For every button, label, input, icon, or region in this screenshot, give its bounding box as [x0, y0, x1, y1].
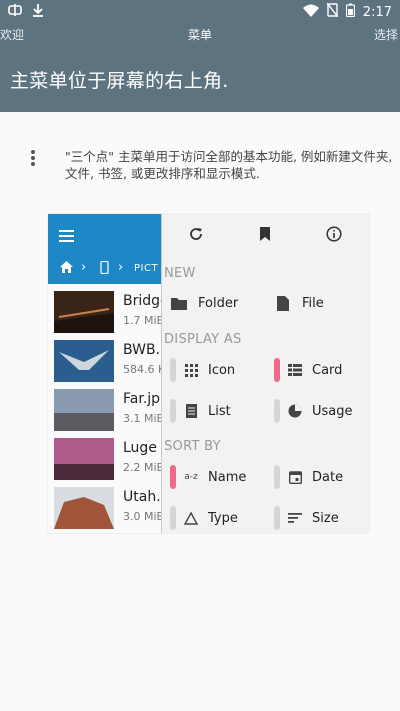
- file-icon: [274, 294, 292, 312]
- display-section-header: DISPLAY AS: [164, 332, 242, 347]
- file-thumbnail: [54, 389, 114, 431]
- battery-icon: [345, 3, 355, 21]
- intro-nav-bar: 欢迎 菜单 选择: [0, 24, 400, 44]
- grid-dots-icon: [182, 361, 200, 379]
- headline-banner: 主菜单位于屏幕的右上角.: [0, 44, 400, 112]
- menu-top-icons: [162, 214, 369, 258]
- menu-demo-screenshot: › › PICT Bridge 1.7 MiB BWB. 584.6 K Far…: [48, 214, 369, 533]
- demo-app-bar: [48, 214, 161, 252]
- file-thumbnail: [54, 340, 114, 382]
- list-item: Utah. 3.0 MiB: [48, 483, 164, 532]
- list-item: Bridge 1.7 MiB: [48, 287, 169, 336]
- chevron-right-icon: ›: [118, 260, 124, 275]
- calendar-icon: [286, 468, 304, 486]
- sort-type-option[interactable]: Type: [170, 505, 238, 531]
- sort-name-option[interactable]: a-z Name: [170, 464, 246, 490]
- chevron-right-icon: ›: [81, 260, 87, 275]
- list-view-icon: [182, 402, 200, 420]
- refresh-icon[interactable]: [188, 226, 206, 244]
- display-usage-option[interactable]: Usage: [274, 398, 353, 424]
- sort-section-header: SORT BY: [164, 439, 221, 454]
- list-item: Far.jp 3.1 MiB: [48, 385, 164, 434]
- demo-file-list: Bridge 1.7 MiB BWB. 584.6 K Far.jp 3.1 M…: [48, 284, 169, 533]
- display-list-option[interactable]: List: [170, 398, 231, 424]
- sort-alpha-icon: a-z: [184, 472, 198, 482]
- page-title: 菜单: [187, 28, 212, 42]
- triangle-icon: [182, 509, 200, 527]
- file-thumbnail: [54, 438, 114, 480]
- sort-lines-icon: [286, 509, 304, 527]
- list-item: BWB. 584.6 K: [48, 336, 165, 385]
- list-item: Luge 2.2 MiB: [48, 434, 164, 483]
- menu-description: "三个点" 主菜单用于访问全部的基本功能, 例如新建文件夹, 文件, 书签, 或…: [65, 149, 393, 181]
- status-time: 2:17: [362, 4, 392, 20]
- select-tab[interactable]: 选择: [374, 26, 398, 43]
- main-menu-panel: NEW Folder File DISPLAY AS Icon Card Lis…: [161, 214, 369, 533]
- download-icon: [32, 3, 44, 21]
- file-thumbnail: [54, 291, 114, 333]
- three-dots-menu-icon: [30, 150, 36, 170]
- new-folder-item[interactable]: Folder: [170, 290, 238, 316]
- pie-chart-icon: [286, 402, 304, 420]
- headline-text: 主菜单位于屏幕的右上角.: [10, 70, 229, 92]
- display-icon-option[interactable]: Icon: [170, 357, 235, 383]
- hamburger-menu-icon: [59, 227, 74, 246]
- folder-icon: [170, 294, 188, 312]
- bug-notification-icon: [8, 3, 22, 21]
- card-view-icon: [286, 361, 304, 379]
- wifi-icon: [302, 4, 319, 21]
- display-card-option[interactable]: Card: [274, 357, 342, 383]
- breadcrumb-folder: PICT: [134, 263, 159, 274]
- new-section-header: NEW: [164, 266, 196, 281]
- sort-date-option[interactable]: Date: [274, 464, 343, 490]
- home-icon: [60, 261, 73, 276]
- sort-size-option[interactable]: Size: [274, 505, 339, 531]
- new-file-item[interactable]: File: [274, 290, 324, 316]
- bookmark-icon[interactable]: [258, 226, 276, 244]
- info-icon[interactable]: [326, 226, 344, 244]
- phone-storage-icon: [100, 260, 109, 277]
- file-thumbnail: [54, 487, 114, 529]
- demo-breadcrumb: › › PICT: [48, 252, 161, 284]
- status-bar: 2:17: [0, 0, 400, 24]
- no-sim-icon: [326, 2, 339, 21]
